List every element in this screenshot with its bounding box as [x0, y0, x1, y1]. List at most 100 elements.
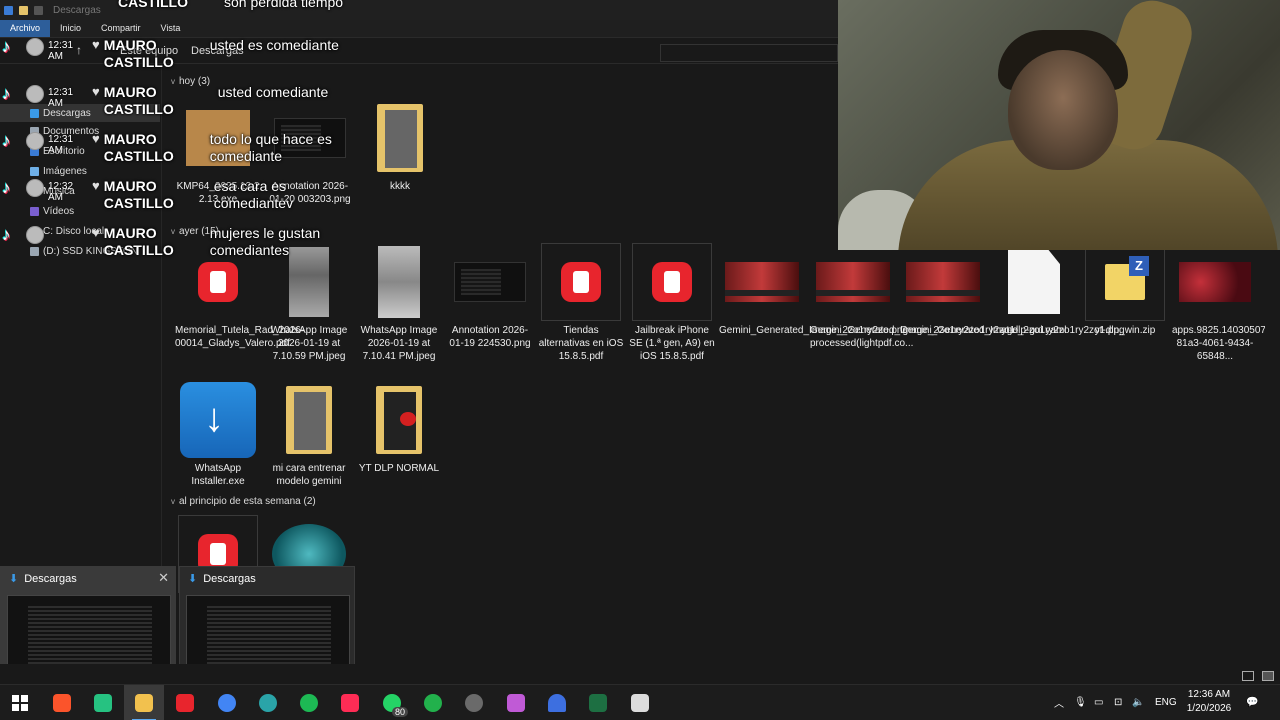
file-item[interactable]: apps.9825.14030507256335121.0bde14a7-81a…	[1172, 244, 1265, 363]
tiktok-chat-row: ♪ 12:31 AM ♥ MAURO CASTILLO todo lo que …	[2, 131, 350, 165]
file-name: Tiendas alternativas en iOS 15.8.5.pdf	[538, 325, 624, 362]
avatar	[26, 85, 44, 103]
taskbar-app[interactable]	[496, 685, 536, 720]
close-icon[interactable]: ✕	[158, 570, 169, 586]
taskbar-app[interactable]	[413, 685, 453, 720]
system-clock[interactable]: 12:36 AM 1/20/2026	[1180, 688, 1238, 716]
heart-icon: ♥	[92, 37, 100, 52]
heart-icon: ♥	[92, 225, 100, 240]
group-header-week[interactable]: v al principio de esta semana (2)	[171, 496, 316, 507]
file-item[interactable]: yt-dlp_win.zip	[1082, 243, 1168, 337]
taskbar-app[interactable]	[165, 685, 205, 720]
taskbar-app[interactable]	[537, 685, 577, 720]
file-item[interactable]: yt-dlp-gui.yaml	[991, 244, 1077, 337]
tiktok-icon: ♪	[2, 37, 11, 56]
file-item[interactable]: Gemini_Generated_Image_2zo1ry2zo.png	[719, 244, 908, 337]
tiktok-chat-row: ♪ 12:31 AM ♥ MAURO CASTILLO usted comedi…	[2, 84, 350, 118]
battery-icon[interactable]: ▭	[1094, 684, 1103, 720]
avatar	[26, 226, 44, 244]
tiktok-icon: ♪	[2, 84, 11, 103]
photos-icon	[507, 694, 525, 712]
file-name: kkkk	[390, 181, 410, 192]
taskbar-app[interactable]	[330, 685, 370, 720]
taskbar-app[interactable]	[454, 685, 494, 720]
tiktok-icon: ♪	[2, 178, 11, 197]
file-item[interactable]: YT DLP NORMAL	[356, 382, 442, 475]
tab-vista[interactable]: Vista	[151, 20, 191, 37]
taskbar-app[interactable]	[578, 685, 618, 720]
windows-icon	[12, 695, 28, 711]
image-thumbnail	[723, 244, 801, 320]
window-title: Descargas	[53, 4, 101, 16]
avatar	[26, 179, 44, 197]
taskbar-app[interactable]	[620, 685, 660, 720]
taskbar-app[interactable]: 80	[372, 685, 412, 720]
chevron-down-icon: v	[171, 497, 175, 506]
document-icon	[995, 244, 1073, 320]
tiktok-icon: ♪	[2, 225, 11, 244]
download-icon: ⬇	[188, 573, 198, 585]
file-item[interactable]: kkkk	[357, 100, 443, 193]
file-item[interactable]: Jailbreak iPhone SE (1.ª gen, A9) en iOS…	[629, 243, 715, 363]
tab-inicio[interactable]: Inicio	[50, 20, 91, 37]
notepad-icon	[631, 694, 649, 712]
start-button[interactable]	[0, 685, 40, 720]
file-item[interactable]: Tiendas alternativas en iOS 15.8.5.pdf	[538, 243, 624, 363]
file-item[interactable]: WhatsApp Image 2026-01-19 at 7.10.59 PM.…	[266, 244, 352, 363]
chat-message: usted comediante	[217, 84, 329, 100]
file-name: YT DLP NORMAL	[358, 463, 440, 474]
clock-date: 1/20/2026	[1186, 703, 1232, 714]
chat-username: MAURO CASTILLO	[103, 84, 174, 117]
dropdown-icon[interactable]	[34, 5, 43, 15]
chat-time: 12:31 AM	[48, 40, 74, 62]
file-name: yt-dlp-gui.yaml	[1001, 325, 1067, 336]
sync-icon	[94, 694, 112, 712]
pdf-icon	[632, 243, 712, 321]
file-item[interactable]: Memorial_Tutela_Rad_2026-00014_Gladys_Va…	[175, 244, 304, 350]
search-input[interactable]	[660, 44, 838, 62]
taskbar-app[interactable]	[289, 685, 329, 720]
tab-archivo[interactable]: Archivo	[0, 20, 51, 37]
taskbar-app[interactable]	[207, 685, 247, 720]
language-indicator[interactable]: ENG	[1155, 684, 1177, 720]
nav-item-label: Imágenes	[43, 166, 87, 177]
tray-overflow-icon[interactable]: ︿	[1054, 684, 1064, 720]
file-item[interactable]: Gemini_Generated_Image_2zo1ry2zo1ry2zo1-…	[810, 244, 1018, 350]
file-item[interactable]: WhatsApp Image 2026-01-19 at 7.10.41 PM.…	[356, 244, 442, 363]
tiktok-icon	[341, 694, 359, 712]
file-explorer-icon	[135, 694, 153, 712]
new-folder-icon[interactable]	[19, 5, 28, 15]
taskbar-app[interactable]	[83, 685, 123, 720]
tab-compartir[interactable]: Compartir	[91, 20, 151, 37]
network-icon[interactable]: ⊡	[1114, 684, 1122, 720]
file-item[interactable]: Annotation 2026-01-19 224530.png	[447, 244, 533, 350]
obs-icon	[465, 694, 483, 712]
folder-icon	[360, 382, 438, 458]
file-item[interactable]: mi cara entrenar modelo gemini	[266, 382, 352, 488]
taskbar-app[interactable]	[42, 685, 82, 720]
spotify-icon	[300, 694, 318, 712]
pdf-reader-icon	[176, 694, 194, 712]
taskbar-app[interactable]	[248, 685, 288, 720]
download-icon: ⬇	[9, 573, 19, 585]
chat-message: todo lo que hace es comediante	[209, 131, 332, 164]
nav-item-imagenes[interactable]: Imágenes	[30, 166, 87, 177]
taskbar-app[interactable]	[124, 685, 164, 720]
chat-username: MAURO CASTILLO	[103, 225, 174, 258]
browser-icon	[259, 694, 277, 712]
details-view-icon[interactable]	[1242, 671, 1254, 681]
image-thumbnail	[814, 244, 892, 320]
large-icons-view-icon[interactable]	[1262, 671, 1274, 681]
chat-time: 12:31 AM	[48, 87, 74, 109]
properties-icon[interactable]	[4, 5, 13, 15]
preview-header: ⬇ Descargas	[188, 572, 256, 586]
pdf-icon	[541, 243, 621, 321]
volume-icon[interactable]: 🔈	[1132, 684, 1144, 720]
file-name: apps.9825.14030507256335121.0bde14a7-81a…	[1172, 325, 1265, 362]
file-name: Annotation 2026-01-19 224530.png	[449, 325, 531, 349]
microphone-icon[interactable]: 🎙	[1074, 684, 1087, 720]
file-item[interactable]: ↓ WhatsApp Installer.exe	[175, 382, 261, 488]
notification-icon[interactable]: 💬	[1246, 684, 1258, 720]
chrome-icon	[218, 694, 236, 712]
file-item[interactable]: Gemini_Generated_Image_2zo1ry2zo1ry2zo1.…	[900, 244, 1125, 337]
